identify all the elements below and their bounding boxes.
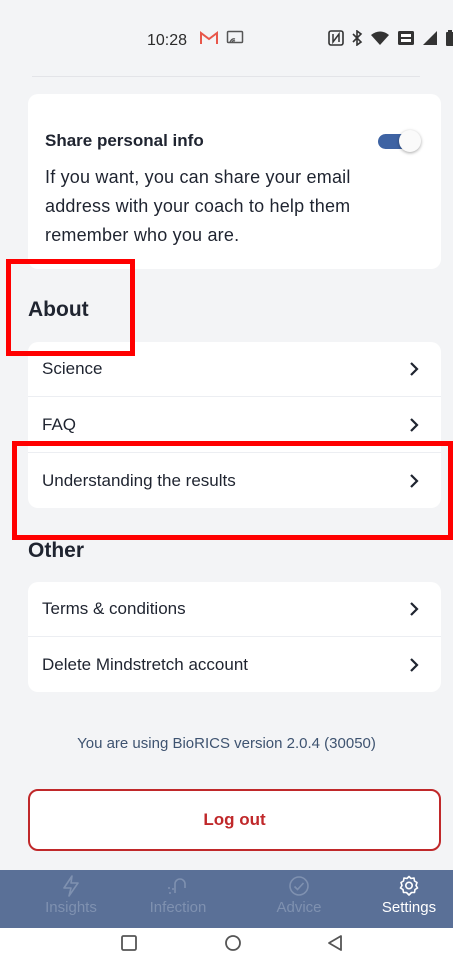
list-item-terms[interactable]: Terms & conditions [28, 582, 441, 636]
cast-icon [226, 30, 244, 44]
annotation-box-about [6, 259, 135, 356]
share-info-card: Share personal info If you want, you can… [28, 94, 441, 269]
chevron-right-icon [410, 418, 419, 432]
status-time: 10:28 [147, 32, 188, 49]
list-item-label: FAQ [42, 415, 77, 434]
other-card: Terms & conditions Delete Mindstretch ac… [28, 582, 441, 692]
volte-icon [398, 31, 414, 45]
list-item-delete-account[interactable]: Delete Mindstretch account [28, 638, 441, 692]
nav-item-advice[interactable]: Advice [249, 870, 349, 928]
logout-button[interactable]: Log out [28, 789, 441, 851]
gmail-icon [200, 31, 218, 44]
top-divider [32, 76, 420, 77]
wifi-icon [371, 31, 389, 45]
nfc-icon [328, 30, 344, 46]
chevron-right-icon [410, 362, 419, 376]
list-item-label: Terms & conditions [42, 599, 186, 618]
nav-label: Settings [381, 899, 437, 916]
bottom-nav: Insights Infection Advice Settings [0, 870, 453, 928]
logout-label: Log out [203, 810, 266, 829]
share-info-title: Share personal info [45, 131, 204, 150]
back-button-icon[interactable] [326, 934, 344, 952]
nav-label: Advice [276, 899, 322, 916]
system-nav-bar [0, 928, 453, 959]
nav-item-settings[interactable]: Settings [359, 870, 453, 928]
infection-icon [168, 878, 186, 894]
status-bar: 10:28 [0, 0, 453, 80]
bluetooth-icon [352, 30, 363, 46]
status-right-icons [328, 30, 453, 46]
recents-button-icon[interactable] [120, 934, 138, 952]
check-circle-icon [289, 876, 309, 896]
gear-icon [399, 875, 419, 896]
nav-item-infection[interactable]: Infection [128, 870, 228, 928]
nav-label: Infection [149, 899, 207, 916]
version-text: You are using BioRICS version 2.0.4 (300… [77, 735, 376, 752]
list-item-label: Delete Mindstretch account [42, 655, 248, 674]
row-divider [28, 636, 441, 637]
share-info-toggle[interactable] [378, 130, 421, 152]
nav-label: Insights [45, 899, 97, 916]
nav-item-insights[interactable]: Insights [21, 870, 121, 928]
row-divider [28, 396, 441, 397]
share-info-description: If you want, you can share your email ad… [45, 167, 351, 245]
home-button-icon[interactable] [224, 934, 242, 952]
lightning-icon [63, 875, 79, 897]
battery-icon [446, 30, 453, 46]
chevron-right-icon [410, 602, 419, 616]
signal-icon [423, 31, 437, 45]
list-item-label: Science [42, 359, 103, 378]
annotation-box-understanding-results [12, 441, 453, 540]
chevron-right-icon [410, 658, 419, 672]
status-left-icons [200, 30, 244, 46]
toggle-knob [399, 130, 421, 152]
other-section-title: Other [28, 539, 85, 562]
